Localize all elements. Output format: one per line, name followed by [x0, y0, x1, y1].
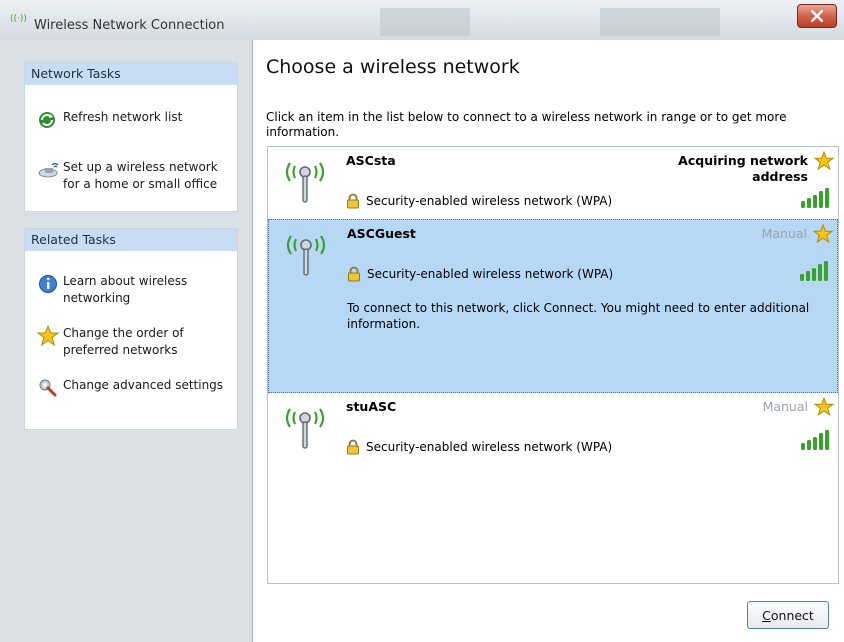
network-security-label: Security-enabled wireless network (WPA) — [366, 194, 613, 208]
network-security: Security-enabled wireless network (WPA) — [346, 193, 612, 209]
change-order-preferred-link[interactable]: Change the order of preferred networks — [37, 325, 233, 359]
wireless-network-list[interactable]: ASCsta Acquiring network address Securit… — [267, 146, 839, 584]
titlebar-decoration — [380, 8, 470, 36]
network-status: Manual — [762, 399, 808, 414]
wireless-antenna-icon — [285, 162, 325, 203]
signal-strength-icon — [801, 188, 829, 208]
change-order-preferred-label: Change the order of preferred networks — [63, 326, 184, 357]
setup-wireless-network-label: Set up a wireless network for a home or … — [63, 160, 218, 191]
wireless-antenna-icon — [285, 408, 325, 449]
network-security-label: Security-enabled wireless network (WPA) — [366, 440, 613, 454]
signal-strength-icon — [800, 261, 828, 281]
connect-accelerator: C — [762, 607, 771, 623]
task-pane: Network Tasks Refresh network list Set u… — [0, 40, 253, 642]
setup-wireless-icon — [38, 162, 59, 178]
lock-icon — [347, 439, 359, 455]
page-title: Choose a wireless network — [266, 56, 520, 78]
network-tasks-panel: Network Tasks Refresh network list Set u… — [24, 62, 238, 212]
title-bar: ((·)) Wireless Network Connection — [0, 0, 844, 40]
preferred-star-icon — [814, 151, 834, 171]
refresh-icon — [39, 112, 55, 128]
main-content: Choose a wireless network Click an item … — [253, 40, 844, 642]
learn-about-wireless-link[interactable]: Learn about wireless networking — [37, 273, 233, 307]
lock-icon — [348, 266, 360, 282]
related-tasks-panel: Related Tasks Learn about wireless netwo… — [24, 228, 238, 430]
network-item-ascguest[interactable]: ASCGuest Manual Security-enabled wireles… — [268, 219, 838, 393]
learn-about-wireless-label: Learn about wireless networking — [63, 274, 188, 305]
wireless-network-connection-window: ((·)) Wireless Network Connection Networ… — [0, 0, 844, 642]
info-icon — [39, 275, 57, 293]
network-tasks-header: Network Tasks — [25, 63, 237, 85]
related-tasks-header: Related Tasks — [25, 229, 237, 251]
settings-icon — [39, 379, 57, 397]
window-title: Wireless Network Connection — [34, 18, 225, 33]
network-security: Security-enabled wireless network (WPA) — [347, 266, 613, 282]
connect-button[interactable]: Connect — [747, 601, 829, 629]
setup-wireless-network-link[interactable]: Set up a wireless network for a home or … — [37, 159, 233, 193]
change-advanced-settings-label: Change advanced settings — [63, 378, 224, 392]
network-status: Acquiring network address — [678, 153, 808, 184]
close-icon — [811, 10, 823, 22]
instructions-text: Click an item in the list below to conne… — [266, 110, 787, 139]
network-name: ASCsta — [346, 153, 396, 168]
preferred-star-icon — [814, 397, 834, 417]
network-status: Manual — [761, 226, 807, 241]
connect-label: onnect — [770, 607, 814, 623]
network-item-stuasc[interactable]: stuASC Manual Security-enabled wireless … — [268, 393, 838, 465]
wireless-title-icon: ((·)) — [10, 14, 27, 24]
titlebar-decoration — [600, 8, 720, 36]
network-security-label: Security-enabled wireless network (WPA) — [367, 267, 614, 281]
network-name: stuASC — [346, 399, 397, 414]
refresh-network-list-link[interactable]: Refresh network list — [37, 109, 182, 131]
close-button[interactable] — [797, 4, 837, 28]
network-security: Security-enabled wireless network (WPA) — [346, 439, 612, 455]
change-advanced-settings-link[interactable]: Change advanced settings — [37, 377, 233, 399]
network-connect-hint: To connect to this network, click Connec… — [347, 301, 810, 331]
wireless-antenna-icon — [286, 235, 326, 276]
lock-icon — [347, 193, 359, 209]
signal-strength-icon — [801, 430, 829, 450]
refresh-network-list-label: Refresh network list — [63, 110, 183, 124]
network-name: ASCGuest — [347, 226, 416, 241]
network-item-ascsta[interactable]: ASCsta Acquiring network address Securit… — [268, 147, 838, 219]
star-icon — [37, 325, 60, 347]
preferred-star-icon — [813, 224, 833, 244]
